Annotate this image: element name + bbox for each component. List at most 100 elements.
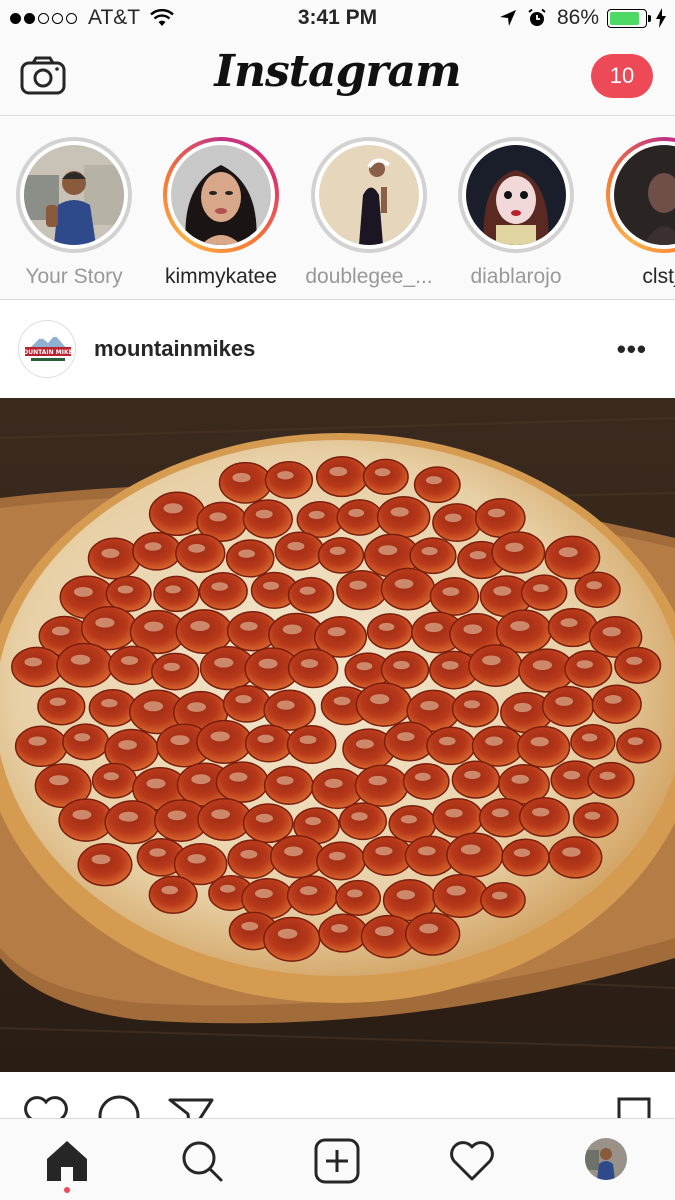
search-icon <box>182 1141 223 1182</box>
pepperoni-slice <box>269 835 326 879</box>
pepperoni-highlight <box>441 661 459 670</box>
pepperoni-slice <box>432 873 489 919</box>
pepperoni-highlight <box>510 621 530 631</box>
pepperoni-slice <box>242 499 293 539</box>
app-header: Instagram 10 <box>0 38 675 116</box>
pepperoni-slice <box>244 724 294 763</box>
post-author-avatar[interactable]: MOUNTAIN MIKE'S <box>18 320 76 378</box>
pepperoni-slice <box>318 913 368 953</box>
pepperoni-slice <box>108 645 159 686</box>
save-bookmark-icon[interactable] <box>616 1096 652 1120</box>
charging-bolt-icon <box>656 8 666 28</box>
pepperoni-highlight <box>414 772 431 781</box>
pepperoni-slice <box>338 802 388 841</box>
pepperoni-highlight <box>187 702 207 712</box>
story-ring <box>16 137 132 253</box>
pepperoni-highlight <box>355 739 374 749</box>
battery-icon <box>607 8 651 28</box>
pepperoni-highlight <box>240 621 258 631</box>
pepperoni-highlight <box>263 581 279 590</box>
story-item[interactable]: Your Story <box>0 137 148 289</box>
pepperoni-highlight <box>375 926 394 936</box>
pepperoni-highlight <box>144 621 164 632</box>
story-item[interactable]: clst_ <box>590 137 675 289</box>
pepperoni-highlight <box>425 476 442 485</box>
story-item[interactable]: doublegee_... <box>295 137 443 289</box>
pepperoni-highlight <box>329 466 348 477</box>
pepperoni-slice <box>87 537 141 580</box>
pepperoni-slice <box>274 531 325 571</box>
post-image[interactable] <box>0 398 675 1072</box>
pepperoni-highlight <box>299 586 316 595</box>
pepperoni-highlight <box>460 844 481 855</box>
comment-icon[interactable] <box>96 1094 142 1120</box>
pepperoni-slice <box>468 644 523 687</box>
pepperoni-slice <box>88 688 137 727</box>
pepperoni-highlight <box>446 885 466 896</box>
pepperoni-highlight <box>581 733 598 742</box>
tab-new-post[interactable] <box>313 1137 361 1185</box>
pepperoni-highlight <box>258 658 278 669</box>
pepperoni-highlight <box>333 696 351 706</box>
pepperoni-highlight <box>144 542 162 551</box>
story-item[interactable]: kimmykatee <box>147 137 295 289</box>
pepperoni-highlight <box>378 545 398 555</box>
pepperoni-highlight <box>400 815 417 824</box>
pepperoni-highlight <box>356 662 373 671</box>
pepperoni-highlight <box>95 617 115 628</box>
pepperoni-highlight <box>560 618 578 628</box>
pepperoni-highlight <box>121 656 138 665</box>
pepperoni-slice <box>564 650 613 688</box>
pepperoni-highlight <box>241 921 259 931</box>
pepperoni-highlight <box>277 471 294 480</box>
stories-tray: Your Story kimmykatee doublegee_... diab… <box>0 117 675 300</box>
pepperoni-highlight <box>143 701 164 712</box>
pepperoni-slice <box>520 574 568 611</box>
pepperoni-slice <box>402 763 450 800</box>
pepperoni-highlight <box>211 582 228 591</box>
pepperoni-highlight <box>328 851 346 861</box>
tab-profile[interactable] <box>585 1138 627 1180</box>
pepperoni-highlight <box>211 809 230 819</box>
pepperoni-highlight <box>555 696 574 706</box>
pepperoni-highlight <box>282 624 302 635</box>
pepperoni-highlight <box>424 622 443 633</box>
pepperoni-highlight <box>255 813 273 823</box>
alarm-clock-icon <box>528 8 546 26</box>
pepperoni-highlight <box>49 775 69 786</box>
share-paper-plane-icon[interactable] <box>168 1096 214 1120</box>
pepperoni-highlight <box>305 817 321 826</box>
pepperoni-highlight <box>327 627 346 637</box>
tab-search[interactable] <box>178 1137 226 1185</box>
pepperoni-highlight <box>626 656 643 665</box>
direct-messages-badge[interactable]: 10 <box>591 54 653 98</box>
pepperoni-slice <box>263 689 316 731</box>
pepperoni-slice <box>317 537 365 574</box>
pepperoni-slice <box>91 762 138 799</box>
pepperoni-slice <box>316 841 366 881</box>
pepperoni-highlight <box>492 891 508 900</box>
tab-home[interactable] <box>43 1137 91 1185</box>
status-right: 86% <box>499 6 667 30</box>
post-username[interactable]: mountainmikes <box>94 336 255 362</box>
like-heart-icon[interactable] <box>22 1094 70 1120</box>
pepperoni-highlight <box>277 928 298 939</box>
pepperoni-highlight <box>562 847 581 857</box>
pepperoni-highlight <box>418 846 436 856</box>
home-icon <box>47 1141 87 1181</box>
pepperoni-slice <box>215 761 269 803</box>
pepperoni-highlight <box>390 507 409 517</box>
pepperoni-slice <box>104 800 161 845</box>
story-item[interactable]: diablarojo <box>442 137 590 289</box>
pepperoni-highlight <box>513 848 531 857</box>
pepperoni-highlight <box>255 509 273 519</box>
profile-avatar <box>585 1138 627 1180</box>
pepperoni-highlight <box>445 808 463 818</box>
pepperoni-highlight <box>396 890 415 900</box>
pepperoni-slice <box>336 499 383 536</box>
pepperoni-highlight <box>149 848 166 857</box>
tab-activity[interactable] <box>448 1137 496 1185</box>
pepperoni-highlight <box>586 581 602 590</box>
more-options-icon[interactable]: ••• <box>617 334 647 365</box>
pepperoni-slice <box>151 652 200 691</box>
